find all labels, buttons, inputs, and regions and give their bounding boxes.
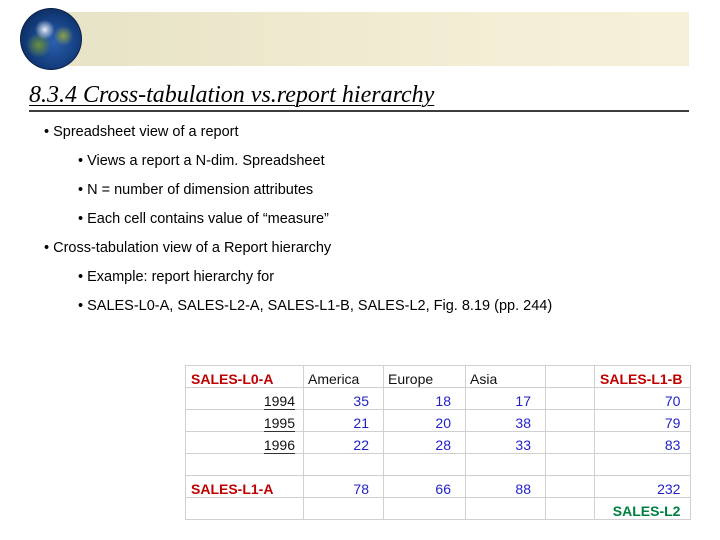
empty-cell xyxy=(545,387,595,410)
grand-total: 232 xyxy=(593,475,692,498)
empty-cell xyxy=(545,365,595,388)
bullet-n-definition: • N = number of dimension attributes xyxy=(78,182,314,198)
cell-value: 38 xyxy=(465,409,546,432)
cell-value: 35 xyxy=(303,387,384,410)
grand-total-label: SALES-L2 xyxy=(593,497,692,520)
table-row: 1995 21 20 38 79 xyxy=(185,409,692,432)
bullet-cell-measure: • Each cell contains value of “measure” xyxy=(78,211,329,227)
cell-value: 22 xyxy=(303,431,384,454)
row-total: 70 xyxy=(593,387,692,410)
row-total-label: SALES-L1-B xyxy=(593,365,692,388)
corner-label: SALES-L0-A xyxy=(185,365,304,388)
sum-value: 78 xyxy=(303,475,384,498)
cell-value: 17 xyxy=(465,387,546,410)
bullet-cross-tab-view: • Cross-tabulation view of a Report hier… xyxy=(44,240,332,256)
title-divider xyxy=(29,110,689,112)
cell-value: 18 xyxy=(383,387,466,410)
empty-cell xyxy=(545,409,595,432)
sum-row: SALES-L1-A 78 66 88 232 xyxy=(185,475,692,498)
header-band xyxy=(60,12,689,66)
slide-title: 8.3.4 Cross-tabulation vs.report hierarc… xyxy=(29,82,435,108)
column-header: Europe xyxy=(383,365,466,388)
empty-cell xyxy=(545,475,595,498)
bullet-spreadsheet-view: • Spreadsheet view of a report xyxy=(44,124,239,140)
bullet-sales-list: • SALES-L0-A, SALES-L2-A, SALES-L1-B, SA… xyxy=(78,298,553,314)
table-row: 1996 22 28 33 83 xyxy=(185,431,692,454)
empty-cell xyxy=(545,431,595,454)
globe-icon xyxy=(20,8,82,70)
row-total: 79 xyxy=(593,409,692,432)
table-row: 1994 35 18 17 70 xyxy=(185,387,692,410)
bullet-example: • Example: report hierarchy for xyxy=(78,269,275,285)
sum-value: 66 xyxy=(383,475,466,498)
row-year: 1995 xyxy=(185,409,304,432)
spacer-row xyxy=(185,453,692,476)
cross-tab-table: SALES-L0-A America Europe Asia SALES-L1-… xyxy=(185,365,692,520)
sum-label: SALES-L1-A xyxy=(185,475,304,498)
sum-value: 88 xyxy=(465,475,546,498)
column-header: Asia xyxy=(465,365,546,388)
cell-value: 20 xyxy=(383,409,466,432)
row-total: 83 xyxy=(593,431,692,454)
table-header-row: SALES-L0-A America Europe Asia SALES-L1-… xyxy=(185,365,692,388)
cell-value: 28 xyxy=(383,431,466,454)
bullet-n-dim-view: • Views a report a N-dim. Spreadsheet xyxy=(78,153,325,169)
column-header: America xyxy=(303,365,384,388)
cell-value: 33 xyxy=(465,431,546,454)
row-year: 1996 xyxy=(185,431,304,454)
cell-value: 21 xyxy=(303,409,384,432)
row-year: 1994 xyxy=(185,387,304,410)
grand-label-row: SALES-L2 xyxy=(185,497,692,520)
